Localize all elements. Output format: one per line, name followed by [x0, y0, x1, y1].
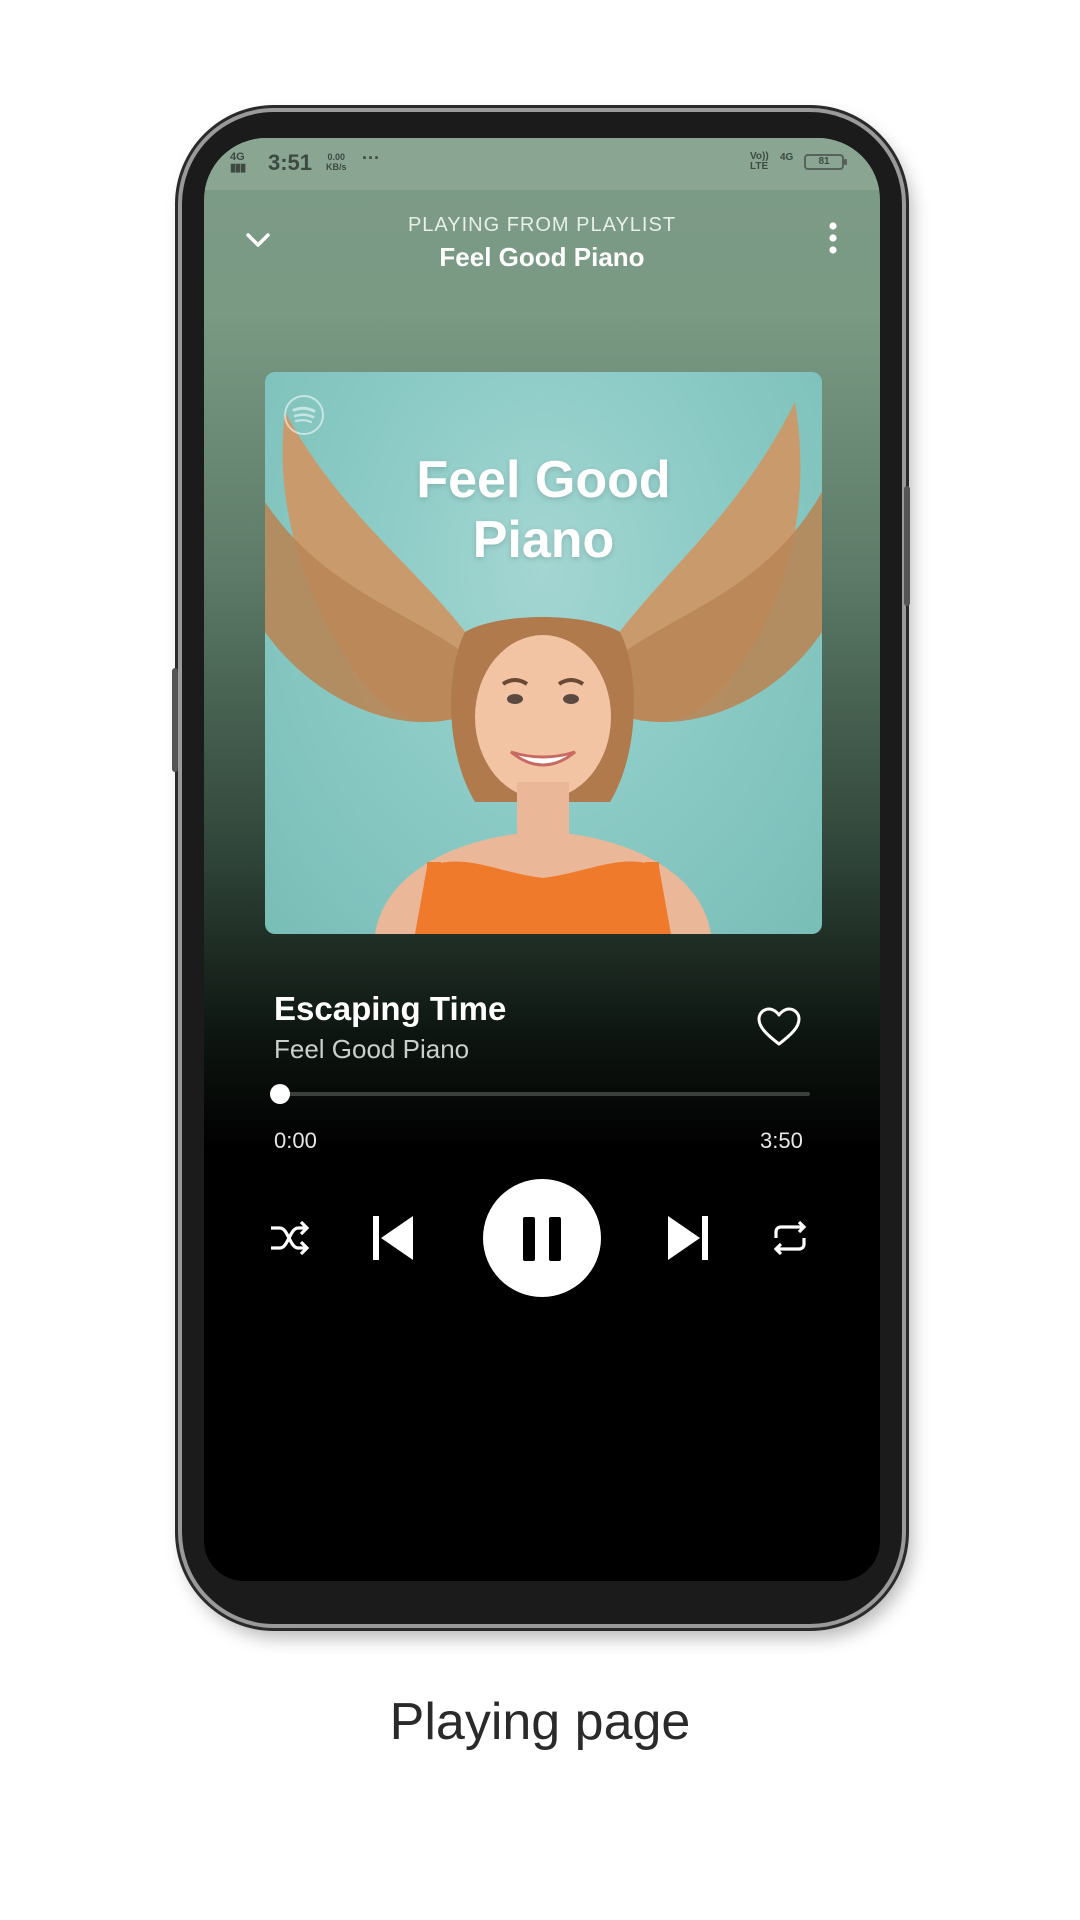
- status-bar: 4G ▮▮▮ 3:51 0.00 KB/s ··· Vo)) LTE 4G 81: [204, 138, 880, 190]
- playing-from-label: PLAYING FROM PLAYLIST: [407, 214, 677, 236]
- cover-title-line1: Feel Good: [416, 451, 671, 509]
- pause-bar-left: [523, 1217, 535, 1261]
- page-caption: Playing page: [389, 1693, 691, 1751]
- network-indicator: 4G ▮▮▮: [230, 151, 246, 174]
- phone-volume-button: [904, 486, 910, 606]
- volte-indicator: Vo)) LTE: [750, 151, 769, 172]
- seek-bar[interactable]: [270, 1084, 810, 1104]
- spotify-logo-icon: [283, 394, 325, 436]
- status-time: 3:51: [268, 150, 313, 175]
- album-cover: Feel Good Piano: [265, 372, 822, 934]
- total-duration: 3:50: [760, 1128, 803, 1153]
- data-rate: 0.00 KB/s: [326, 152, 347, 172]
- battery-icon: 81: [804, 154, 847, 170]
- skip-next-icon[interactable]: [664, 1212, 712, 1264]
- repeat-icon[interactable]: [770, 1218, 810, 1258]
- more-vertical-icon[interactable]: [818, 216, 848, 262]
- shuffle-icon[interactable]: [268, 1218, 310, 1258]
- signal-4g-indicator: 4G: [780, 152, 794, 163]
- status-more-icon: ···: [362, 148, 380, 168]
- skip-previous-icon[interactable]: [369, 1212, 417, 1264]
- seek-bar-handle[interactable]: [270, 1084, 290, 1104]
- battery-level: 81: [818, 156, 830, 167]
- player-screen: 4G ▮▮▮ 3:51 0.00 KB/s ··· Vo)) LTE 4G 81 P…: [204, 138, 880, 1581]
- player-header: PLAYING FROM PLAYLIST Feel Good Piano: [204, 200, 880, 280]
- playlist-name[interactable]: Feel Good Piano: [204, 242, 880, 273]
- heart-icon[interactable]: [756, 1006, 802, 1048]
- cover-title: Feel Good Piano: [265, 450, 822, 570]
- cover-title-line2: Piano: [472, 511, 615, 569]
- pause-bar-right: [549, 1217, 561, 1261]
- pause-icon[interactable]: [483, 1179, 601, 1297]
- elapsed-time: 0:00: [274, 1128, 317, 1153]
- phone-side-button: [172, 668, 178, 772]
- track-title[interactable]: Escaping Time: [274, 990, 506, 1028]
- track-artist[interactable]: Feel Good Piano: [274, 1034, 469, 1065]
